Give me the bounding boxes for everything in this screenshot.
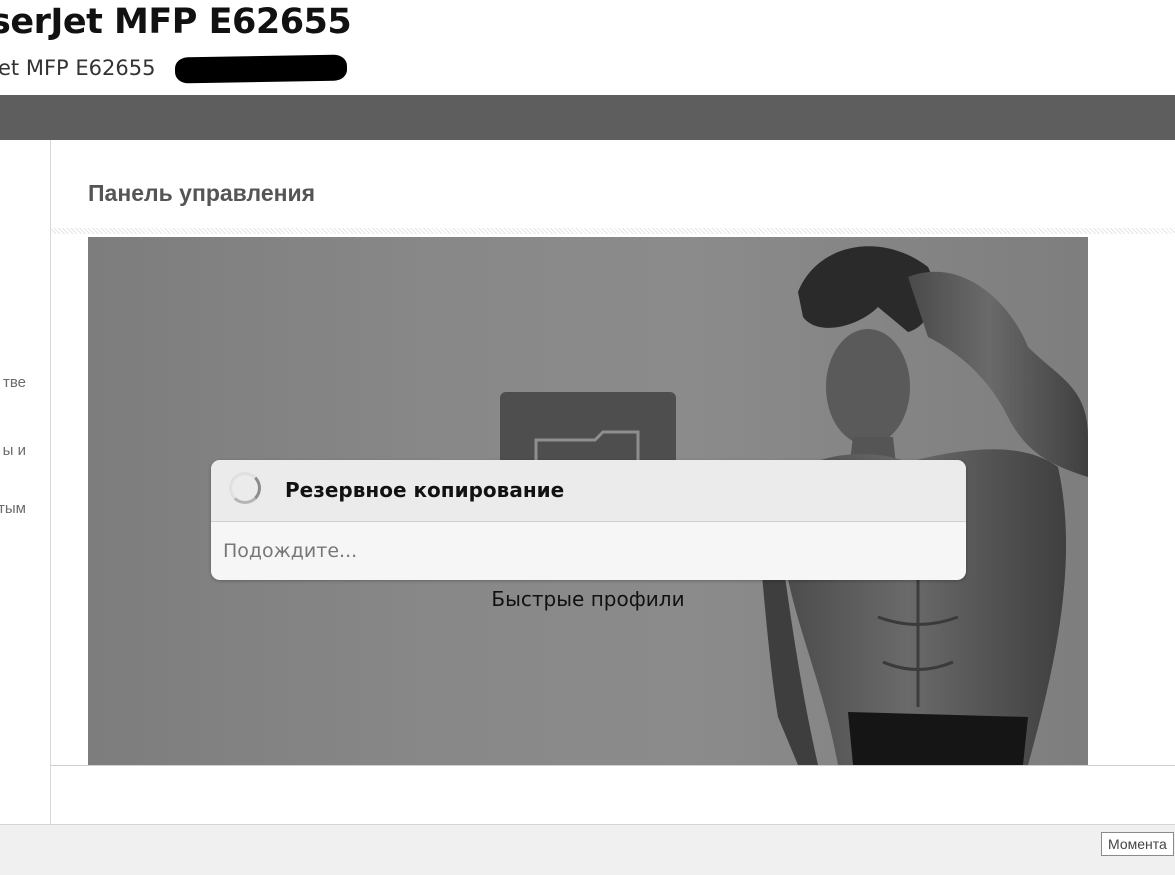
main-content: Панель управления Быстрые профили Резерв… (51, 140, 1175, 824)
content-divider (51, 765, 1175, 766)
page-title: Панель управления (88, 180, 316, 206)
folder-icon (534, 430, 640, 462)
spinner-icon (229, 472, 261, 504)
sidebar-item-1[interactable]: тве (3, 374, 26, 391)
page-footer: Момента (0, 824, 1175, 875)
quick-sets-label: Быстрые профили (491, 587, 685, 611)
dialog-header: Резервное копирование (211, 460, 966, 522)
control-panel-screen[interactable]: Быстрые профили Резервное копирование По… (88, 237, 1088, 765)
page-header: serJet MFP E62655 et MFP E62655 (0, 0, 1175, 95)
device-subtitle: et MFP E62655 (0, 56, 156, 80)
snapshot-button[interactable]: Момента (1101, 832, 1174, 856)
sidebar-item-3[interactable]: тым (0, 500, 26, 517)
dialog-message: Подождите... (223, 540, 358, 562)
sidebar: тве ы и тым (0, 140, 51, 824)
sidebar-item-2[interactable]: ы и (3, 442, 26, 459)
backup-dialog: Резервное копирование Подождите... (211, 460, 966, 580)
redaction-mark (174, 54, 348, 84)
top-navbar (0, 95, 1175, 140)
section-divider (51, 228, 1175, 234)
device-title: serJet MFP E62655 (0, 2, 352, 42)
dialog-title: Резервное копирование (285, 478, 565, 502)
quick-sets-tile[interactable] (500, 392, 676, 462)
